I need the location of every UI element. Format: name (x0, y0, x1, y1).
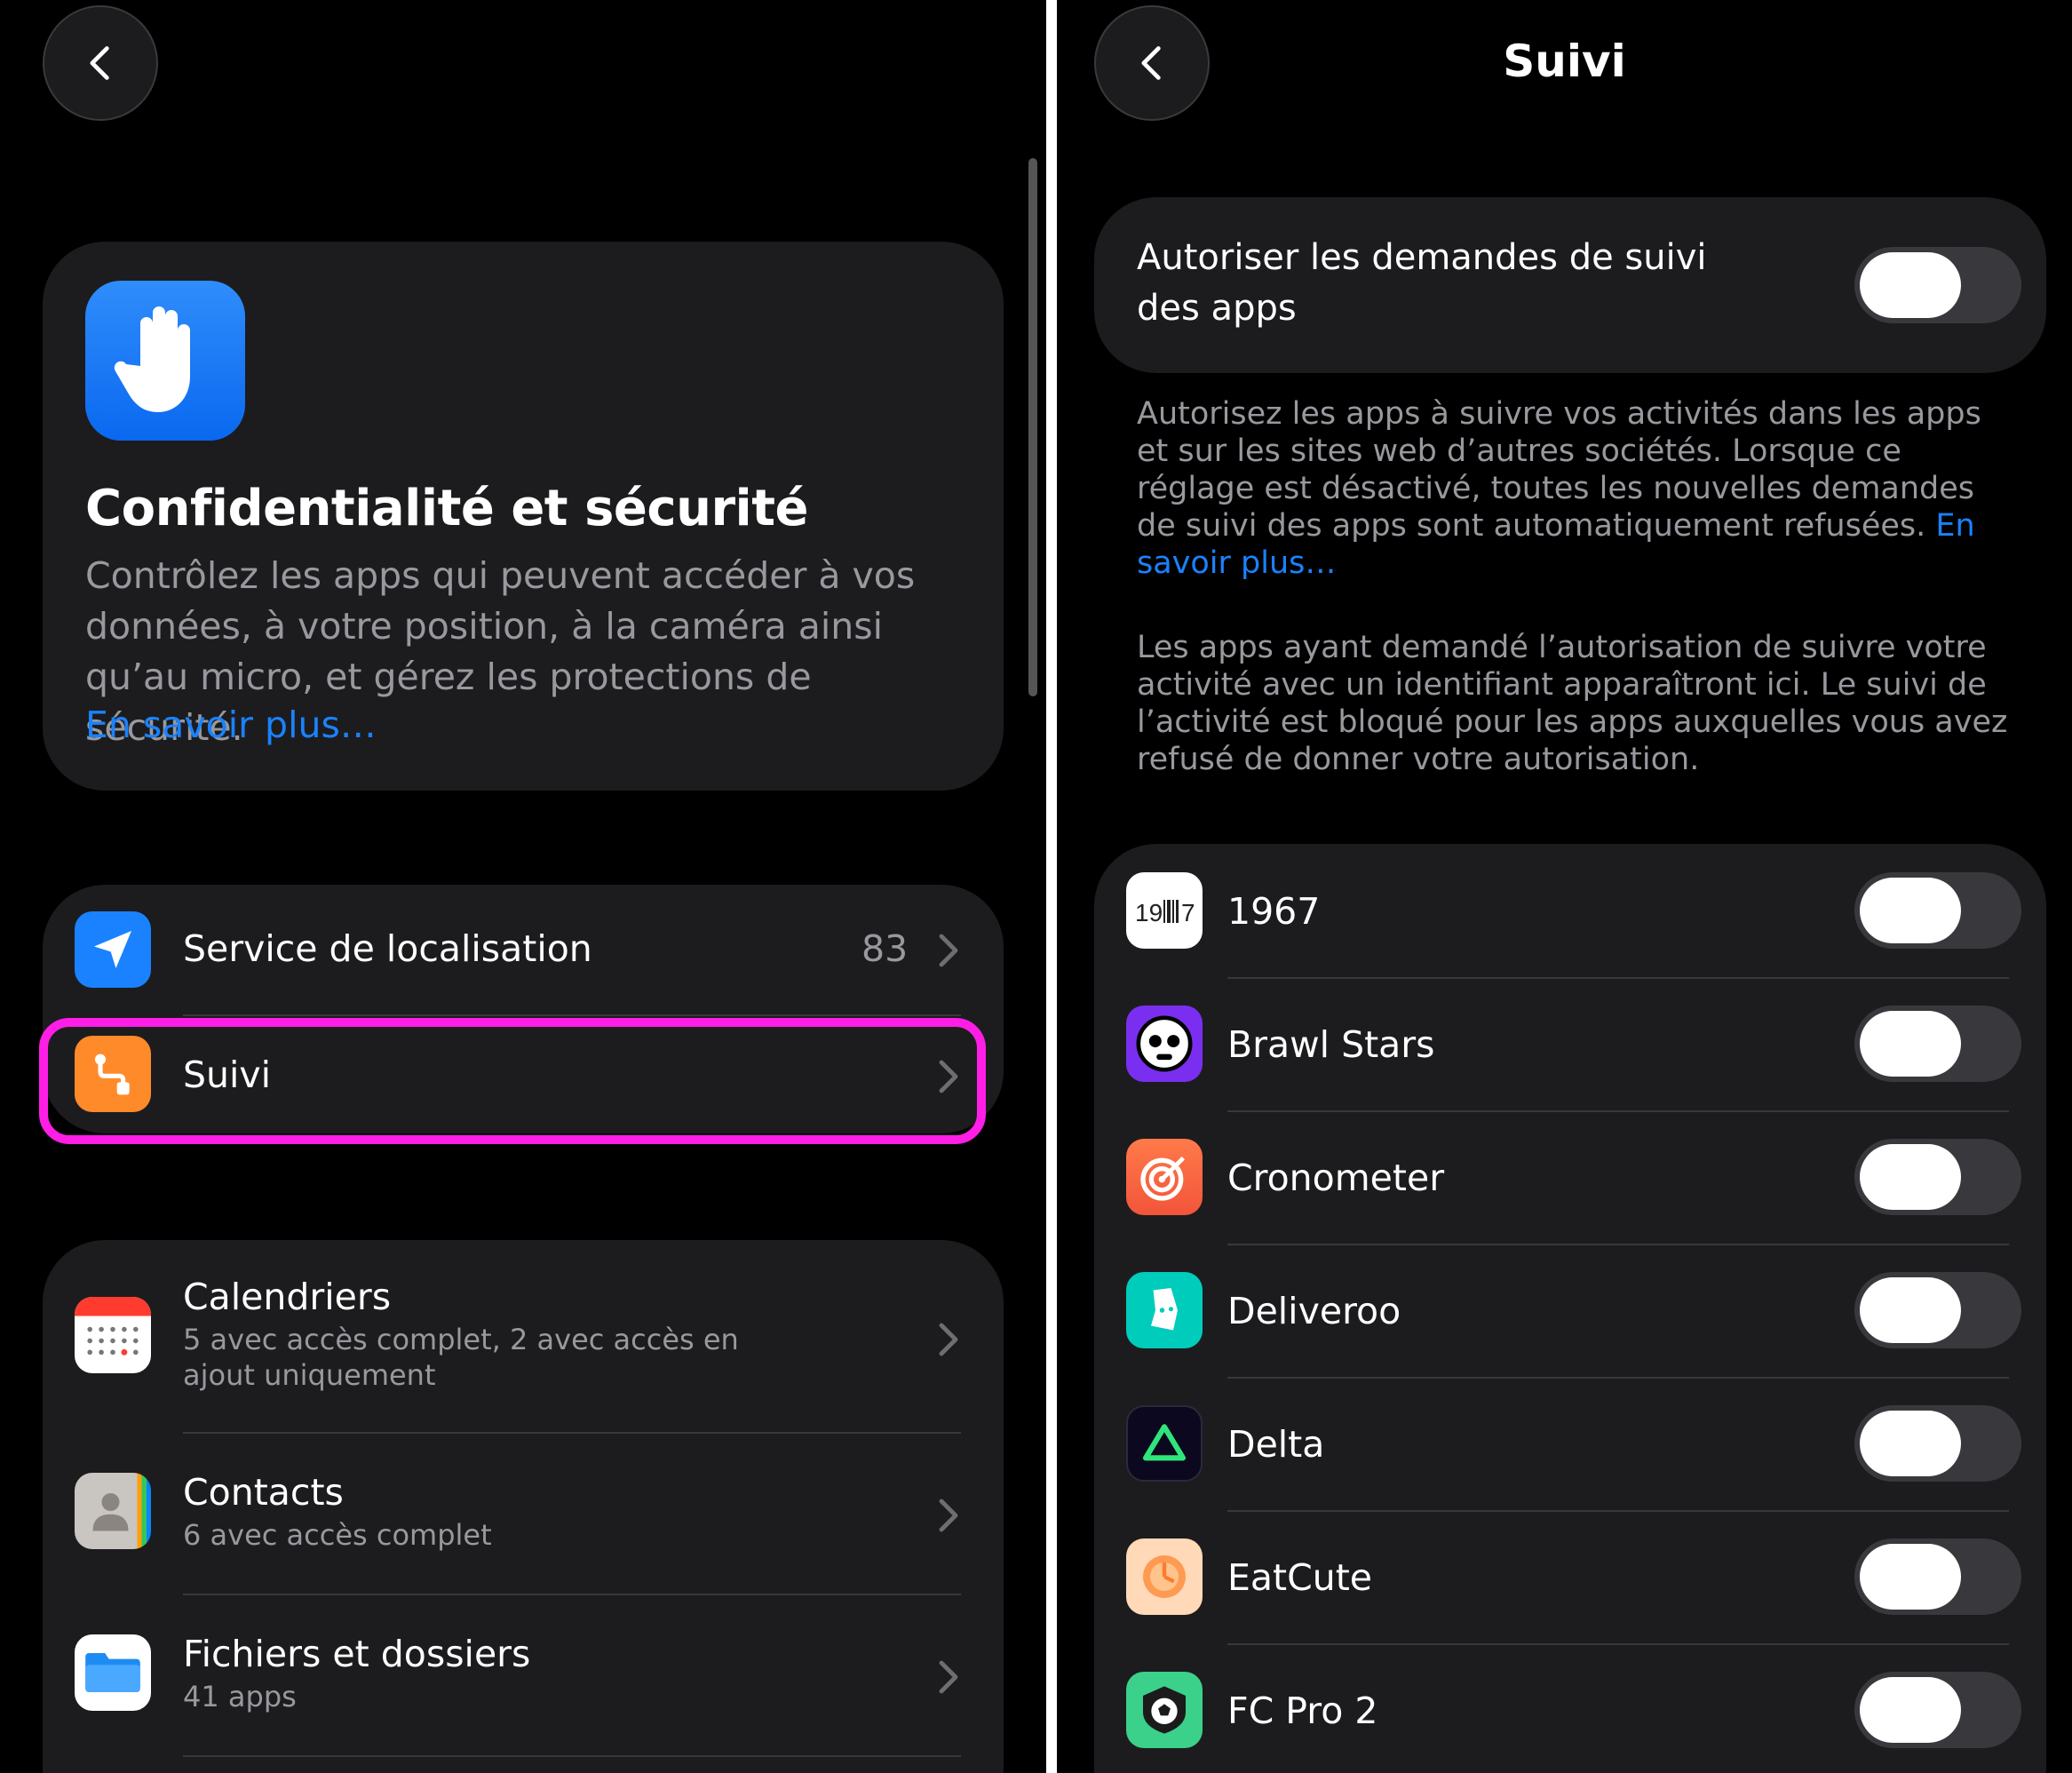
deliveroo-kangaroo-icon (1126, 1272, 1203, 1348)
contacts-row[interactable]: Contacts 6 avec accès complet (43, 1434, 1004, 1594)
calendars-label: Calendriers (183, 1276, 392, 1318)
apps-explanation: Les apps ayant demandé l’autorisation de… (1137, 630, 2008, 777)
app-row-cronometer: Cronometer (1094, 1112, 2046, 1244)
page-title: Confidentialité et sécurité (85, 480, 809, 537)
toggle-knob (1860, 878, 1961, 943)
1967-barcode-icon: 19 7 (1126, 872, 1203, 949)
contacts-label: Contacts (183, 1471, 344, 1514)
privacy-header-card: Confidentialité et sécurité Contrôlez le… (43, 242, 1004, 791)
app-row-fc-pro-2: FC Pro 2 (1094, 1645, 2046, 1773)
highlight-box (39, 1018, 986, 1144)
brawl-stars-skull-icon (1126, 1006, 1203, 1082)
chevron-right-icon (939, 1499, 958, 1532)
app-name: Deliveroo (1227, 1290, 1401, 1332)
app-tracking-toggle[interactable] (1854, 1672, 2021, 1748)
app-name: FC Pro 2 (1227, 1690, 1378, 1732)
back-button[interactable] (43, 5, 158, 121)
app-tracking-toggle[interactable] (1854, 1538, 2021, 1615)
chevron-left-icon (90, 46, 109, 80)
app-tracking-toggle[interactable] (1854, 1006, 2021, 1082)
eatcute-icon (1126, 1538, 1203, 1615)
delta-triangle-icon (1126, 1405, 1203, 1482)
toggle-knob (1860, 1411, 1961, 1476)
privacy-settings-panel: Confidentialité et sécurité Contrôlez le… (0, 0, 1046, 1773)
tracking-settings-panel: Suivi Autoriser les demandes de suivi de… (1057, 0, 2072, 1773)
calendars-row[interactable]: Calendriers 5 avec accès complet, 2 avec… (43, 1240, 1004, 1432)
app-row-deliveroo: Deliveroo (1094, 1245, 2046, 1377)
chevron-right-icon (939, 1323, 958, 1356)
contacts-subtitle: 6 avec accès complet (183, 1518, 492, 1552)
toggle-knob (1860, 1144, 1961, 1210)
chevron-right-icon (939, 1660, 958, 1694)
files-folders-subtitle: 41 apps (183, 1680, 297, 1713)
tracking-explanation-text: Autorisez les apps à suivre vos activité… (1137, 396, 1981, 544)
location-services-label: Service de localisation (183, 927, 592, 970)
toggle-knob (1860, 1544, 1961, 1610)
app-tracking-toggle[interactable] (1854, 1272, 2021, 1348)
app-row-brawl-stars: Brawl Stars (1094, 979, 2046, 1110)
folder-icon (75, 1634, 151, 1711)
calendars-subtitle: 5 avec accès complet, 2 avec accès en aj… (183, 1323, 739, 1392)
app-name: Delta (1227, 1423, 1325, 1466)
allow-tracking-toggle[interactable] (1854, 247, 2021, 323)
app-tracking-toggle[interactable] (1854, 872, 2021, 949)
location-arrow-icon (75, 911, 151, 988)
app-row-delta: Delta (1094, 1379, 2046, 1510)
app-name: Cronometer (1227, 1157, 1445, 1199)
toggle-knob (1860, 1277, 1961, 1343)
chevron-right-icon (939, 934, 958, 967)
app-name: EatCute (1227, 1556, 1373, 1599)
app-tracking-toggle[interactable] (1854, 1405, 2021, 1482)
app-tracking-toggle[interactable] (1854, 1139, 2021, 1215)
app-row-1967: 19 7 1967 (1094, 844, 2046, 977)
toggle-knob (1860, 1677, 1961, 1743)
app-name: 1967 (1227, 890, 1321, 933)
files-folders-row[interactable]: Fichiers et dossiers 41 apps (43, 1595, 1004, 1755)
location-services-row[interactable]: Service de localisation 83 (43, 885, 1004, 1014)
panel-divider (1046, 0, 1057, 1773)
permissions-group: Calendriers 5 avec accès complet, 2 avec… (43, 1240, 1004, 1773)
separator (183, 1755, 961, 1757)
tracking-explanation: Autorisez les apps à suivre vos activité… (1137, 395, 2016, 582)
svg-text:7: 7 (1181, 899, 1195, 926)
files-folders-label: Fichiers et dossiers (183, 1633, 531, 1675)
allow-tracking-card: Autoriser les demandes de suivi des apps (1094, 197, 2046, 373)
app-row-eatcute: EatCute (1094, 1512, 2046, 1643)
contacts-icon (75, 1473, 151, 1549)
apps-list: 19 7 1967 Brawl Stars Cronometer Deliver… (1094, 844, 2046, 1773)
cronometer-icon (1126, 1139, 1203, 1215)
toggle-knob (1860, 252, 1961, 318)
app-name: Brawl Stars (1227, 1023, 1435, 1066)
location-services-count: 83 (861, 927, 909, 970)
toggle-knob (1860, 1011, 1961, 1077)
allow-tracking-label: Autoriser les demandes de suivi des apps (1137, 237, 1707, 329)
raised-hand-icon (85, 281, 245, 441)
scrollbar[interactable] (1028, 158, 1037, 696)
learn-more-link[interactable]: En savoir plus… (85, 704, 377, 746)
svg-text:19: 19 (1135, 899, 1163, 926)
nav-title: Suivi (1503, 36, 1626, 87)
fc-pro-soccer-ball-icon (1126, 1672, 1203, 1748)
calendar-icon (75, 1297, 151, 1373)
